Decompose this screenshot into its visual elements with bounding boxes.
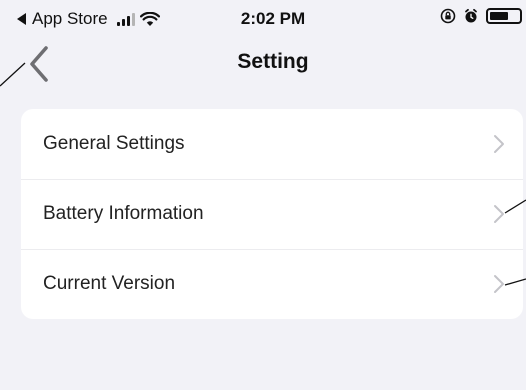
navigation-bar: Setting xyxy=(0,36,526,92)
status-icons xyxy=(440,8,522,24)
battery-icon xyxy=(486,8,522,24)
battery-information-row[interactable]: Battery Information xyxy=(21,179,523,249)
battery-level xyxy=(490,12,508,20)
row-label: Battery Information xyxy=(43,203,204,224)
orientation-lock-icon xyxy=(440,8,456,24)
row-label: Current Version xyxy=(43,273,176,294)
alarm-icon xyxy=(465,8,477,23)
status-bar: App Store 2:02 PM xyxy=(0,0,526,36)
chevron-right-icon xyxy=(494,135,504,153)
row-label: General Settings xyxy=(43,133,185,154)
current-version-row[interactable]: Current Version xyxy=(21,249,523,319)
general-settings-row[interactable]: General Settings xyxy=(21,109,523,179)
chevron-right-icon xyxy=(494,205,504,223)
page-title: Setting xyxy=(237,50,309,73)
settings-list: General Settings Battery Information Cur… xyxy=(21,109,523,319)
chevron-right-icon xyxy=(494,275,504,293)
